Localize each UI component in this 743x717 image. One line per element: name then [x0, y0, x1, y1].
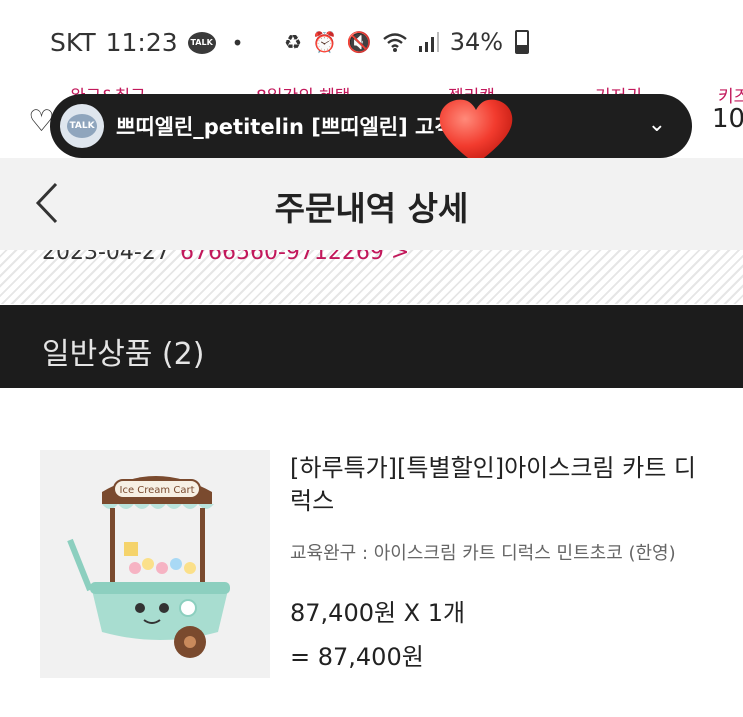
order-info-strip: 2023-04-27 6766560-9712269 > [0, 250, 743, 304]
chevron-down-icon[interactable]: ⌄ [648, 112, 666, 137]
wifi-icon [382, 33, 407, 52]
cart-count: 10 [712, 104, 743, 134]
order-number-link[interactable]: 6766560-9712269 > [180, 250, 409, 265]
page-header: 주문내역 상세 [0, 158, 743, 250]
status-left: SKT 11:23 TALK • [50, 28, 243, 57]
signal-icon [418, 32, 439, 52]
status-bar: SKT 11:23 TALK • ♻ ⏰ 🔇 34% [0, 0, 743, 84]
notification-message: 쁘띠엘린_petitelin [쁘띠엘린] 고객님… [116, 115, 494, 139]
product-image[interactable]: Ice Cream Cart [40, 450, 270, 678]
recycle-icon: ♻ [284, 30, 302, 54]
cart-sign-text: Ice Cream Cart [120, 485, 195, 496]
section-header[interactable]: 일반상품 (2) [0, 305, 743, 388]
battery-icon [515, 30, 530, 54]
battery-percent: 34% [449, 28, 504, 56]
product-option: 교육완구 : 아이스크림 카트 디럭스 민트초코 (한영) [290, 543, 676, 564]
kakao-avatar: TALK [60, 104, 104, 148]
product-total: = 87,400원 [290, 643, 424, 671]
talk-icon: TALK [67, 114, 97, 138]
product-price-quantity: 87,400원 X 1개 [290, 599, 466, 627]
kakaotalk-notification-icon: TALK [187, 31, 216, 54]
status-right: ♻ ⏰ 🔇 34% [284, 28, 530, 56]
product-title[interactable]: [하루특가][특별할인]아이스크림 카트 디럭스 [290, 452, 710, 518]
clock: 11:23 [105, 28, 178, 57]
mute-icon: 🔇 [346, 30, 372, 54]
section-title: 일반상품 (2) [42, 337, 205, 372]
carrier-label: SKT [50, 28, 96, 57]
order-date: 2023-04-27 [42, 250, 170, 265]
more-notifications-dot: • [231, 30, 244, 55]
page-title: 주문내역 상세 [274, 189, 469, 228]
alarm-icon: ⏰ [311, 30, 337, 54]
kakao-notification-popup[interactable]: TALK 쁘띠엘린_petitelin [쁘띠엘린] 고객님… ⌄ [50, 94, 692, 158]
ice-cream-cart-illustration: Ice Cream Cart [67, 476, 230, 658]
